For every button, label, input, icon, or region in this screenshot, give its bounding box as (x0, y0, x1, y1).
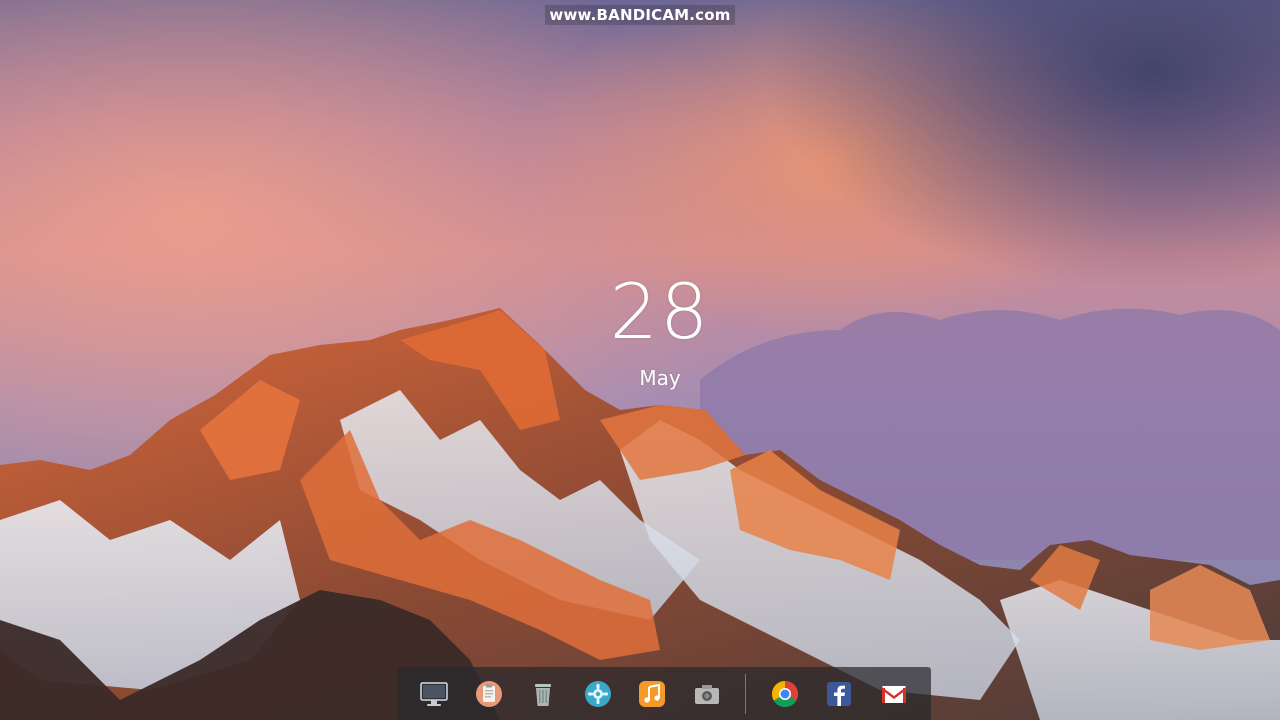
desktop[interactable]: www.BANDICAM.com 28 May (0, 0, 1280, 720)
dock (397, 667, 931, 720)
dock-item-trash[interactable] (527, 678, 559, 710)
bandicam-watermark: www.BANDICAM.com (0, 5, 1280, 25)
camera-icon (694, 684, 719, 704)
dock-item-clipboard[interactable] (473, 678, 505, 710)
watermark-text: www.BANDICAM.com (545, 5, 735, 25)
trash-icon (535, 683, 552, 706)
clipboard-icon (475, 680, 502, 707)
dock-item-facebook[interactable] (823, 678, 855, 710)
dock-separator (745, 673, 747, 714)
facebook-icon (827, 681, 852, 706)
dock-item-music[interactable] (636, 678, 668, 710)
date-day: 28 (609, 267, 711, 356)
settings-icon (584, 680, 611, 707)
date-month: May (639, 366, 681, 390)
date-widget: 28 May (560, 262, 760, 390)
dock-item-monitor[interactable] (418, 678, 450, 710)
dock-item-gmail[interactable] (878, 678, 910, 710)
gmail-icon (881, 685, 906, 703)
monitor-icon (420, 681, 448, 706)
dock-item-settings[interactable] (582, 678, 614, 710)
music-icon (639, 680, 666, 707)
dock-item-chrome[interactable] (769, 678, 801, 710)
chrome-icon (771, 680, 798, 707)
dock-item-camera[interactable] (691, 678, 723, 710)
